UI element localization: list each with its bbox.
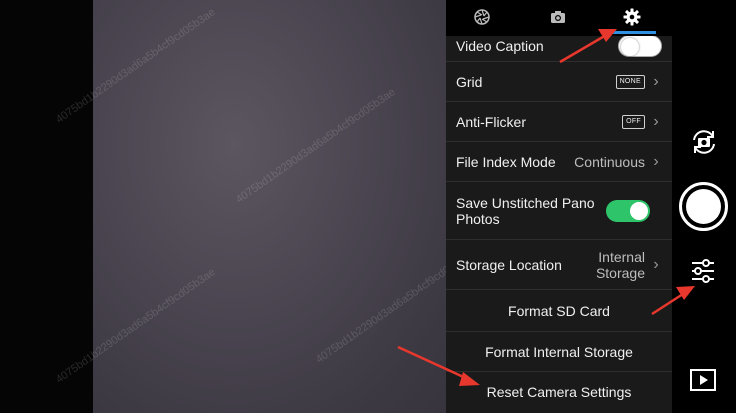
setting-storage-location[interactable]: Storage Location Internal Storage › bbox=[446, 240, 672, 290]
setting-label: Storage Location bbox=[456, 256, 562, 273]
tab-settings[interactable] bbox=[604, 0, 660, 34]
camera-switch-icon bbox=[693, 130, 715, 154]
setting-file-index-mode[interactable]: File Index Mode Continuous › bbox=[446, 142, 672, 182]
storage-location-value: Internal Storage bbox=[595, 248, 645, 281]
shutter-button[interactable] bbox=[679, 182, 728, 231]
shutter-inner bbox=[686, 189, 721, 224]
format-internal-storage-button[interactable]: Format Internal Storage bbox=[446, 332, 672, 372]
setting-label: Save Unstitched Pano Photos bbox=[456, 194, 595, 227]
anti-flicker-value-badge: OFF bbox=[622, 114, 645, 129]
playback-button[interactable] bbox=[690, 369, 716, 391]
setting-label: Video Caption bbox=[456, 37, 544, 54]
grid-value-badge: NONE bbox=[615, 74, 645, 89]
tab-aperture[interactable] bbox=[454, 0, 510, 34]
setting-label: File Index Mode bbox=[456, 153, 556, 170]
reset-camera-settings-button[interactable]: Reset Camera Settings bbox=[446, 372, 672, 412]
setting-video-caption[interactable]: Video Caption bbox=[446, 36, 672, 62]
save-unstitched-toggle[interactable] bbox=[606, 199, 650, 222]
setting-anti-flicker[interactable]: Anti-Flicker OFF › bbox=[446, 102, 672, 142]
camera-icon bbox=[551, 11, 565, 23]
setting-grid[interactable]: Grid NONE › bbox=[446, 62, 672, 102]
aperture-icon bbox=[474, 9, 490, 25]
setting-save-unstitched-pano[interactable]: Save Unstitched Pano Photos bbox=[446, 182, 672, 240]
chevron-right-icon: › bbox=[653, 255, 659, 273]
switch-camera-button[interactable] bbox=[688, 126, 720, 158]
settings-tabbar bbox=[446, 0, 672, 36]
settings-panel: Video Caption Grid NONE › Anti-Flicker O… bbox=[446, 36, 672, 413]
video-caption-toggle[interactable] bbox=[618, 36, 662, 57]
file-index-mode-value: Continuous bbox=[574, 153, 645, 170]
format-internal-storage-label: Format Internal Storage bbox=[485, 343, 633, 360]
tab-camera[interactable] bbox=[530, 0, 586, 34]
setting-label: Anti-Flicker bbox=[456, 113, 527, 130]
play-icon bbox=[690, 369, 716, 391]
chevron-right-icon: › bbox=[653, 152, 659, 170]
chevron-right-icon: › bbox=[653, 72, 659, 90]
left-strip bbox=[0, 0, 93, 413]
sliders-icon bbox=[692, 259, 714, 283]
format-sd-card-button[interactable]: Format SD Card bbox=[446, 290, 672, 332]
gear-icon bbox=[623, 8, 641, 26]
format-sd-card-label: Format SD Card bbox=[508, 302, 610, 319]
chevron-right-icon: › bbox=[653, 112, 659, 130]
setting-label: Grid bbox=[456, 73, 483, 90]
reset-camera-settings-label: Reset Camera Settings bbox=[486, 384, 632, 400]
adjust-settings-button[interactable] bbox=[690, 258, 716, 284]
